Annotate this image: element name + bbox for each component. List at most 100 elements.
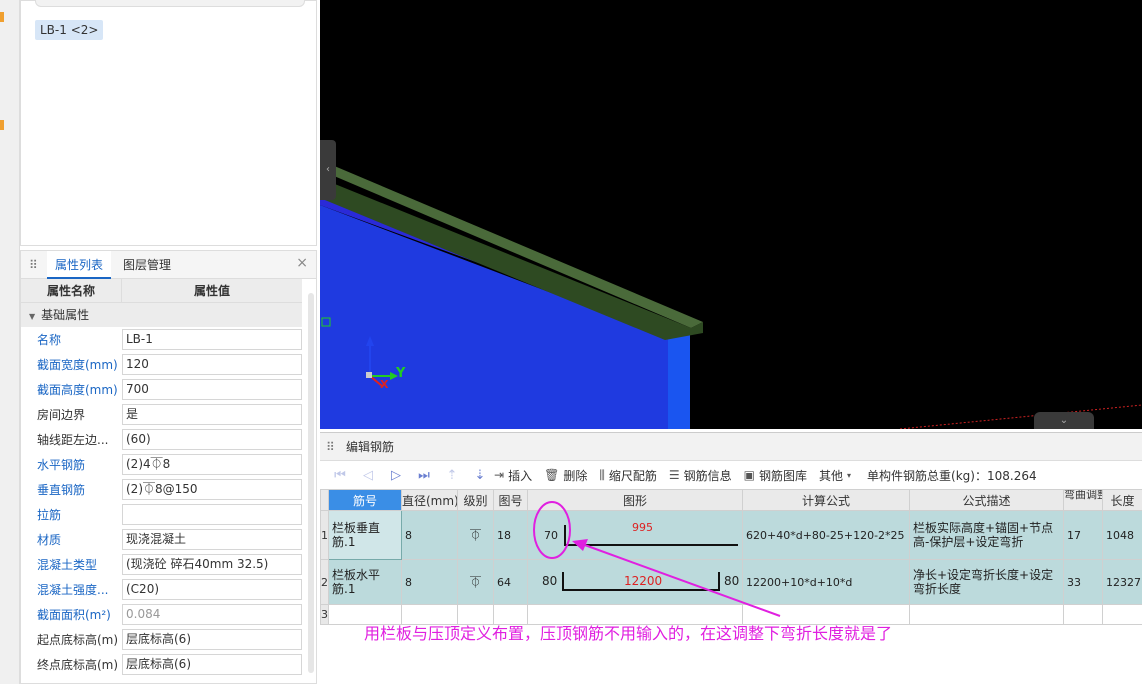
- property-row[interactable]: 材质 现浇混凝土: [21, 527, 302, 552]
- empty-cell[interactable]: [1063, 604, 1103, 625]
- property-value-field[interactable]: (现浇砼 碎石40mm 32.5): [122, 554, 302, 575]
- insert-button[interactable]: ⇥ 插入: [494, 467, 532, 484]
- rebar-info-button[interactable]: ☰ 钢筋信息: [669, 467, 732, 484]
- 3d-model-drawing: [320, 165, 1142, 429]
- property-row[interactable]: 拉筋: [21, 502, 302, 527]
- row-index[interactable]: 3: [320, 604, 329, 625]
- property-name: 起点底标高(m): [37, 633, 119, 647]
- shape-dim-main[interactable]: 12200: [624, 574, 662, 588]
- property-value-field[interactable]: 0.084: [122, 604, 302, 625]
- tree-search-bar[interactable]: [35, 0, 305, 7]
- tab-property-list[interactable]: 属性列表: [47, 251, 112, 279]
- property-row[interactable]: 水平钢筋 (2)4⏁8: [21, 452, 302, 477]
- header-fig-no[interactable]: 图号: [493, 489, 528, 511]
- insert-label: 插入: [508, 468, 533, 483]
- first-record-icon[interactable]: ⏮: [326, 468, 354, 483]
- fig-no-cell[interactable]: 18: [493, 510, 528, 560]
- component-tree-panel: LB-1 <2>: [20, 0, 317, 246]
- property-value-field[interactable]: LB-1: [122, 329, 302, 350]
- bend-cell[interactable]: 33: [1063, 559, 1103, 605]
- property-value-field[interactable]: 120: [122, 354, 302, 375]
- property-row[interactable]: 轴线距左边... (60): [21, 427, 302, 452]
- property-row[interactable]: 混凝土类型 (现浇砼 碎石40mm 32.5): [21, 552, 302, 577]
- header-formula[interactable]: 计算公式: [742, 489, 910, 511]
- shape-dim-left[interactable]: 80: [542, 574, 557, 588]
- bar-name-cell[interactable]: 栏板垂直筋.1: [328, 510, 402, 560]
- property-row[interactable]: 截面面积(m²) 0.084: [21, 602, 302, 627]
- empty-cell[interactable]: [909, 604, 1064, 625]
- viewport-collapse-bottom-icon[interactable]: ⌄: [1034, 412, 1094, 429]
- axis-x-label: X: [380, 378, 389, 391]
- property-row[interactable]: 截面宽度(mm) 120: [21, 352, 302, 377]
- rebar-library-button[interactable]: ▣ 钢筋图库: [744, 467, 807, 484]
- property-value-field[interactable]: (2)4⏁8: [122, 454, 302, 475]
- property-value-field[interactable]: 是: [122, 404, 302, 425]
- property-row[interactable]: 混凝土强度... (C20): [21, 577, 302, 602]
- header-description[interactable]: 公式描述: [909, 489, 1064, 511]
- description-cell[interactable]: 栏板实际高度+锚固+节点高-保护层+设定弯折: [909, 510, 1064, 560]
- row-index[interactable]: 2: [320, 559, 329, 605]
- property-value-field[interactable]: [122, 504, 302, 525]
- collapse-triangle-icon[interactable]: ▼: [29, 312, 35, 321]
- property-value-field[interactable]: 现浇混凝土: [122, 529, 302, 550]
- property-row[interactable]: 终点底标高(m) 层底标高(6): [21, 652, 302, 677]
- property-row[interactable]: 房间边界 是: [21, 402, 302, 427]
- header-bend[interactable]: 弯曲调整: [1063, 489, 1103, 511]
- shape-dim-right[interactable]: 80: [724, 574, 739, 588]
- fig-no-cell[interactable]: 64: [493, 559, 528, 605]
- 3d-viewport[interactable]: ‹ ⌄ Y X: [320, 0, 1142, 429]
- property-value-field[interactable]: 700: [122, 379, 302, 400]
- property-row[interactable]: 截面高度(mm) 700: [21, 377, 302, 402]
- close-icon[interactable]: ×: [296, 255, 308, 271]
- description-cell[interactable]: 净长+设定弯折长度+设定弯折长度: [909, 559, 1064, 605]
- property-value-field[interactable]: (C20): [122, 579, 302, 600]
- formula-cell[interactable]: 620+40*d+80-25+120-2*25: [742, 510, 910, 560]
- formula-cell[interactable]: 12200+10*d+10*d: [742, 559, 910, 605]
- property-value-field[interactable]: 层底标高(6): [122, 654, 302, 675]
- viewport-collapse-left-icon[interactable]: ‹: [320, 140, 336, 200]
- next-record-icon[interactable]: ▷: [382, 468, 410, 483]
- scrollbar[interactable]: [308, 293, 314, 673]
- shape-dim-left[interactable]: 70: [544, 529, 558, 542]
- length-cell[interactable]: 12327: [1102, 559, 1142, 605]
- diameter-cell[interactable]: 8: [401, 510, 458, 560]
- grade-cell[interactable]: ⏁: [457, 510, 494, 560]
- empty-cell[interactable]: [1102, 604, 1142, 625]
- header-grade[interactable]: 级别: [457, 489, 494, 511]
- move-down-icon[interactable]: ⇣: [466, 468, 494, 483]
- property-name: 终点底标高(m): [37, 658, 119, 672]
- shape-cell[interactable]: 70 995: [527, 510, 743, 560]
- row-index[interactable]: 1: [320, 510, 329, 560]
- header-shape[interactable]: 图形: [527, 489, 743, 511]
- drag-handle-icon[interactable]: ⠿: [29, 258, 38, 272]
- property-value-field[interactable]: 层底标高(6): [122, 629, 302, 650]
- delete-button[interactable]: 🗑 删除: [544, 467, 587, 484]
- length-cell[interactable]: 1048: [1102, 510, 1142, 560]
- tree-item-lb1[interactable]: LB-1 <2>: [35, 20, 104, 40]
- property-row[interactable]: 垂直钢筋 (2)⏁8@150: [21, 477, 302, 502]
- property-group-basic[interactable]: ▼ 基础属性: [21, 303, 302, 327]
- scale-rebar-button[interactable]: ⫼ 缩尺配筋: [599, 467, 657, 484]
- grade-cell[interactable]: ⏁: [457, 559, 494, 605]
- shape-dim-main[interactable]: 995: [632, 521, 653, 534]
- tab-layer-management[interactable]: 图层管理: [115, 251, 179, 279]
- diameter-cell[interactable]: 8: [401, 559, 458, 605]
- previous-record-icon[interactable]: ◁: [354, 468, 382, 483]
- property-value-field[interactable]: (2)⏁8@150: [122, 479, 302, 500]
- property-name: 混凝土强度...: [37, 583, 109, 597]
- property-value-field[interactable]: (60): [122, 429, 302, 450]
- table-row[interactable]: 1 栏板垂直筋.1 8 ⏁ 18 70 995 620+40*d+80-25+1…: [320, 510, 1142, 560]
- shape-cell[interactable]: 80 12200 80: [527, 559, 743, 605]
- property-row[interactable]: 名称 LB-1: [21, 327, 302, 352]
- property-row[interactable]: 起点底标高(m) 层底标高(6): [21, 627, 302, 652]
- table-row[interactable]: 2 栏板水平筋.1 8 ⏁ 64 80 12200 80 12200+10*d+…: [320, 559, 1142, 605]
- header-bar-no[interactable]: 筋号: [328, 489, 402, 511]
- move-up-icon[interactable]: ⇡: [438, 468, 466, 483]
- bend-cell[interactable]: 17: [1063, 510, 1103, 560]
- last-record-icon[interactable]: ⏭: [410, 468, 438, 483]
- other-dropdown-button[interactable]: 其他 ▾: [819, 467, 855, 484]
- drag-handle-icon[interactable]: ⠿: [326, 440, 335, 454]
- bar-name-cell[interactable]: 栏板水平筋.1: [328, 559, 402, 605]
- header-diameter[interactable]: 直径(mm): [401, 489, 458, 511]
- header-length[interactable]: 长度: [1102, 489, 1142, 511]
